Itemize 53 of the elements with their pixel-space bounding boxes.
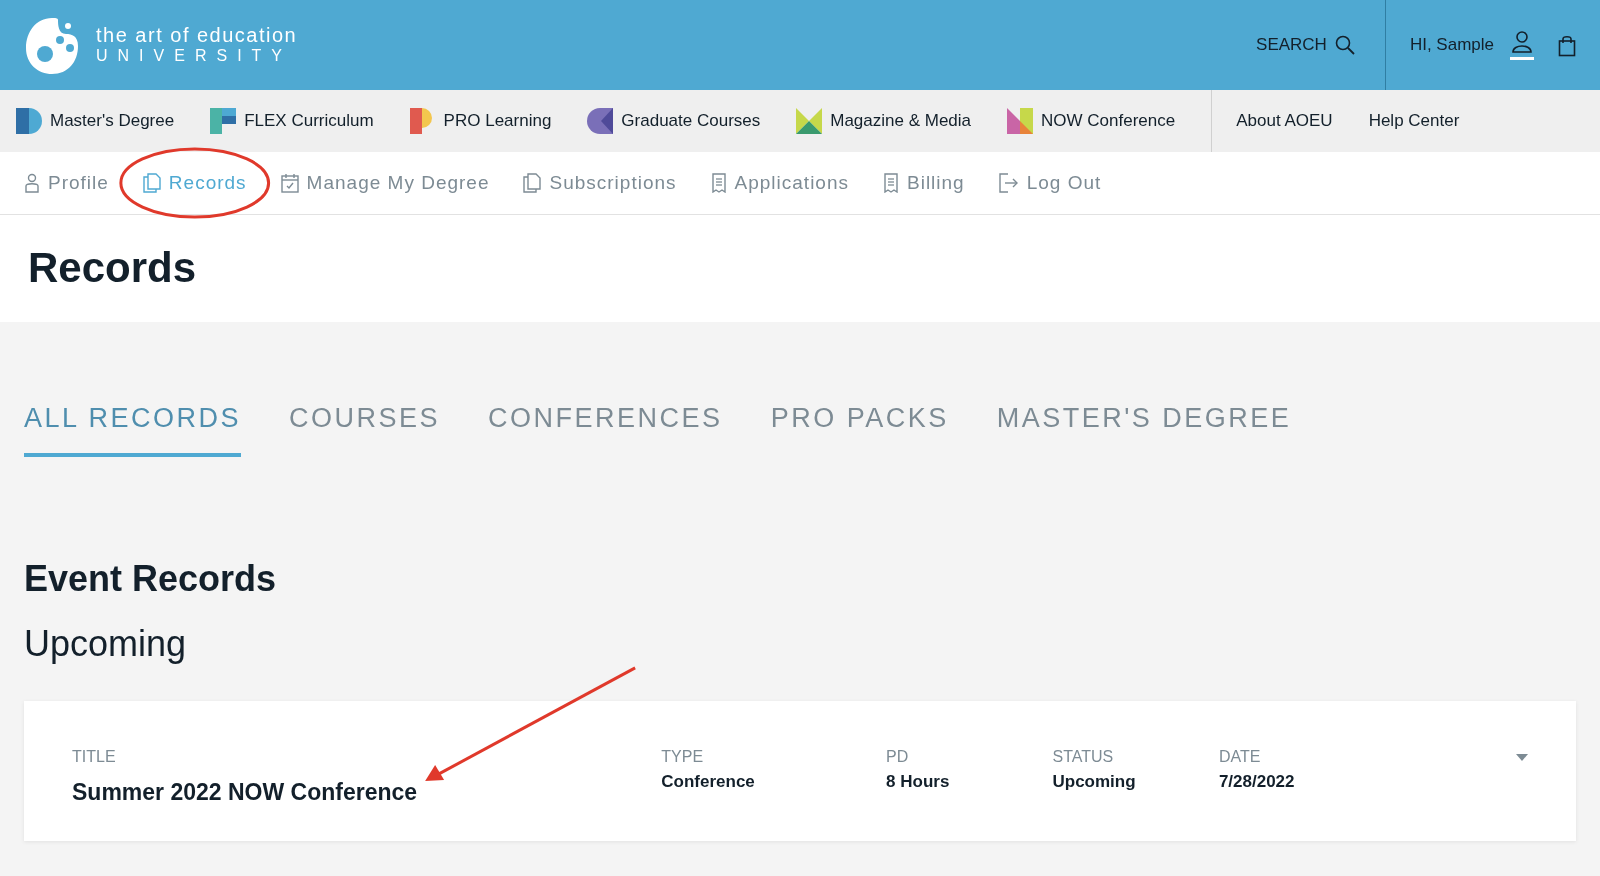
field-value: 8 Hours	[886, 770, 951, 793]
logo-icon	[796, 108, 823, 134]
search-icon	[1334, 35, 1355, 55]
field-label: TYPE	[661, 746, 705, 767]
logo-text: UNIVERSITY	[96, 46, 293, 66]
field-label: DATE	[1218, 746, 1262, 767]
greeting-text: HI, Sample	[1409, 34, 1494, 57]
records-tab[interactable]: ALL RECORDS	[24, 398, 242, 457]
product-link[interactable]: Master's Degree	[16, 108, 175, 134]
person-icon	[24, 173, 40, 193]
field-value: Upcoming	[1052, 770, 1137, 793]
product-link[interactable]: Magazine & Media	[796, 108, 972, 134]
page-title: Records	[28, 243, 197, 294]
person-icon	[1510, 30, 1534, 60]
logo-text: the art of education	[96, 24, 298, 47]
product-link[interactable]: Graduate Courses	[587, 108, 761, 134]
calendar-icon	[280, 173, 299, 193]
logo-icon	[1007, 108, 1034, 134]
account-nav-link[interactable]: Billing	[883, 168, 965, 198]
section-title: Event Records	[23, 556, 278, 600]
search-button[interactable]: SEARCH	[1250, 31, 1361, 59]
records-tab[interactable]: PRO PACKS	[770, 398, 949, 457]
logo-icon	[16, 108, 42, 134]
field-value: 7/28/2022	[1218, 770, 1296, 793]
records-tab[interactable]: COURSES	[289, 398, 441, 457]
subsection-title: Upcoming	[23, 621, 188, 665]
field-value: Summer 2022 NOW Conference	[72, 777, 418, 807]
receipt-icon	[710, 173, 727, 193]
product-link[interactable]: FLEX Curriculum	[210, 108, 374, 134]
logo-icon	[587, 108, 614, 134]
document-icon	[142, 173, 161, 193]
account-nav-link[interactable]: Log Out	[998, 168, 1102, 198]
account-nav-link[interactable]: Subscriptions	[523, 168, 677, 198]
logo-icon	[210, 108, 237, 134]
nav-link[interactable]: Help Center	[1368, 108, 1460, 134]
shopping-bag-icon	[1558, 34, 1576, 57]
product-link[interactable]: PRO Learning	[409, 108, 552, 134]
field-label: TITLE	[72, 746, 117, 767]
logout-icon	[998, 173, 1019, 193]
field-label: STATUS	[1052, 746, 1115, 767]
document-icon	[523, 173, 542, 193]
nav-link[interactable]: About AOEU	[1236, 108, 1333, 134]
product-link[interactable]: NOW Conference	[1007, 108, 1176, 134]
field-label: PD	[886, 746, 910, 767]
account-nav-link[interactable]: Applications	[710, 168, 849, 198]
records-tab[interactable]: MASTER'S DEGREE	[996, 398, 1292, 457]
records-tab[interactable]: CONFERENCES	[488, 398, 723, 457]
receipt-icon	[883, 173, 899, 193]
account-nav-link[interactable]: Records	[142, 168, 247, 198]
account-nav-link[interactable]: Manage My Degree	[280, 168, 490, 198]
account-button[interactable]	[1510, 30, 1534, 60]
field-value: Conference	[661, 770, 756, 793]
account-nav-link[interactable]: Profile	[24, 168, 109, 198]
